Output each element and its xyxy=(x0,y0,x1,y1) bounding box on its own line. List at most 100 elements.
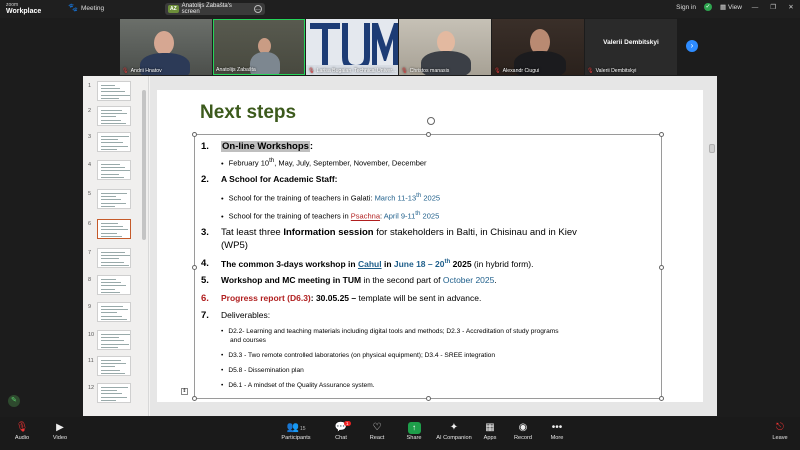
shared-presentation: 1 2 3 4 5 6 7 8 9 10 11 12 Next steps 1.… xyxy=(83,76,717,416)
react-button[interactable]: ♡ React xyxy=(357,421,397,441)
item-number: 1. xyxy=(201,141,209,152)
thumbnail-text-line xyxy=(101,279,116,280)
close-icon[interactable]: ✕ xyxy=(786,3,796,11)
resize-handle[interactable] xyxy=(659,396,664,401)
minimize-icon[interactable]: — xyxy=(750,4,760,11)
slide-thumbnail[interactable] xyxy=(97,81,131,101)
thumbnail-text-line xyxy=(101,122,126,124)
scrollbar-knob[interactable] xyxy=(709,144,715,153)
thumbnail-text-line xyxy=(101,396,127,398)
participant-tile[interactable]: 🎙 Alexandr Ciugui xyxy=(492,19,584,75)
thumbnail-text-line xyxy=(101,306,123,307)
audio-button[interactable]: 🎙 Audio xyxy=(2,421,42,441)
thumbnail-text-line xyxy=(101,142,123,144)
slide-scrollbar[interactable] xyxy=(709,90,715,402)
thumbnail-text-line xyxy=(101,363,126,365)
slide-thumbnail[interactable] xyxy=(97,330,131,350)
resize-handle[interactable] xyxy=(192,132,197,137)
thumbnail-number: 5 xyxy=(88,191,92,197)
video-strip: 🎙 Andrii Hnatov Anatolijs Zabašta 🎙 Larisa… xyxy=(120,19,682,75)
view-button[interactable]: ▦ View xyxy=(720,3,742,11)
heart-icon: ♡ xyxy=(372,422,382,433)
slide-thumbnail[interactable] xyxy=(97,302,131,322)
autofit-options-icon[interactable]: ⇕ xyxy=(181,388,188,395)
thumbnail-text-line xyxy=(101,113,127,115)
slide-thumbnail[interactable] xyxy=(97,219,131,239)
annotate-pen-icon[interactable]: ✎ xyxy=(8,395,20,407)
item-heading: Deliverables: xyxy=(221,310,271,320)
resize-handle[interactable] xyxy=(659,132,664,137)
slide-title[interactable]: Next steps xyxy=(200,102,296,124)
thumbnail-text-line xyxy=(101,110,122,111)
thumbnail-text-line xyxy=(101,173,119,175)
slide-thumbnail[interactable] xyxy=(97,356,131,376)
ai-companion-button[interactable]: ✦ AI Companion xyxy=(434,421,474,441)
slide-thumbnail-panel: 1 2 3 4 5 6 7 8 9 10 11 12 xyxy=(83,76,149,416)
thumbnail-text-line xyxy=(101,202,126,204)
thumbnail-number: 3 xyxy=(88,134,92,140)
item-heading: A School for Academic Staff: xyxy=(221,174,338,184)
participants-button[interactable]: 👥15 Participants xyxy=(276,421,316,441)
participant-tile[interactable]: 🎙 Christos manasis xyxy=(399,19,491,75)
grid-icon: ▦ xyxy=(720,4,727,11)
shield-icon[interactable]: ✓ xyxy=(704,3,713,11)
thumbnail-number: 8 xyxy=(88,277,92,283)
thumbnail-text-line xyxy=(101,196,116,198)
thumbnail-number: 10 xyxy=(88,332,95,338)
chat-button[interactable]: 💬 1 Chat xyxy=(321,421,361,441)
thumbnail-text-line xyxy=(101,164,120,165)
more-dots-icon: ••• xyxy=(551,422,563,433)
mic-muted-icon: 🎙 xyxy=(122,68,129,74)
thumbnail-text-line xyxy=(101,346,118,348)
participant-name: 🎙 Christos manasis xyxy=(401,68,450,74)
thumbnail-text-line xyxy=(101,288,115,290)
video-button[interactable]: ▶ Video xyxy=(40,421,80,441)
thumbnail-text-line xyxy=(101,116,116,118)
more-options-icon[interactable]: … xyxy=(254,5,262,13)
mic-muted-icon: 🎙 xyxy=(401,68,408,74)
thumbnail-text-line xyxy=(101,205,115,207)
content-textbox[interactable]: 1. On-line Workshops: • February 10th, Ma… xyxy=(181,117,664,401)
slide-thumbnail[interactable] xyxy=(97,275,131,295)
rotate-handle-icon[interactable] xyxy=(427,117,435,125)
thumbnail-text-line xyxy=(101,91,125,93)
slide-thumbnail[interactable] xyxy=(97,248,131,268)
participant-tile[interactable]: 🎙 Larisa Bugaian, Technical Univer... xyxy=(306,19,398,75)
slide-thumbnail[interactable] xyxy=(97,132,131,152)
maximize-icon[interactable]: ❐ xyxy=(768,3,778,11)
camera-icon: ▶ xyxy=(56,422,64,433)
scrollbar-knob[interactable] xyxy=(142,90,146,240)
leave-button[interactable]: ⎋ Leave xyxy=(760,421,800,441)
share-button[interactable]: ↑ Share xyxy=(394,421,434,441)
chat-badge: 1 xyxy=(344,421,351,426)
thumbnail-text-line xyxy=(101,176,124,178)
resize-handle[interactable] xyxy=(192,396,197,401)
slide-thumbnail[interactable] xyxy=(97,160,131,180)
screen-share-indicator[interactable]: AZ Anatolijs Zabašta's screen … xyxy=(165,3,265,15)
slide-thumbnail[interactable] xyxy=(97,106,131,126)
participant-tile[interactable]: Valerii Dembitskyi 🎙 Valerii Dembitskyi xyxy=(585,19,677,75)
mic-muted-icon: 🎙 xyxy=(15,422,29,433)
resize-handle[interactable] xyxy=(426,132,431,137)
thumbnail-text-line xyxy=(101,337,119,339)
thumbnail-text-line xyxy=(101,88,120,90)
slide-thumbnail[interactable] xyxy=(97,383,131,403)
participant-tile[interactable]: 🎙 Andrii Hnatov xyxy=(120,19,212,75)
university-logo-icon xyxy=(306,19,398,75)
thumbnail-text-line xyxy=(101,372,125,374)
resize-handle[interactable] xyxy=(426,396,431,401)
more-button[interactable]: ••• More xyxy=(537,421,577,441)
next-participants-button[interactable]: › xyxy=(686,40,698,52)
view-label: View xyxy=(728,4,742,11)
meeting-menu[interactable]: 🐾 Meeting xyxy=(68,4,104,12)
thumbnail-text-line xyxy=(101,399,116,401)
slide-thumbnail[interactable] xyxy=(97,189,131,209)
thumbnail-text-line xyxy=(101,136,129,137)
thumbnail-scrollbar[interactable] xyxy=(142,80,146,410)
mic-muted-icon: 🎙 xyxy=(308,68,315,74)
resize-handle[interactable] xyxy=(659,265,664,270)
logo-line2: Workplace xyxy=(6,7,42,15)
participant-tile-active-speaker[interactable]: Anatolijs Zabašta xyxy=(213,19,305,75)
resize-handle[interactable] xyxy=(192,265,197,270)
sign-in-link[interactable]: Sign in xyxy=(676,4,696,11)
